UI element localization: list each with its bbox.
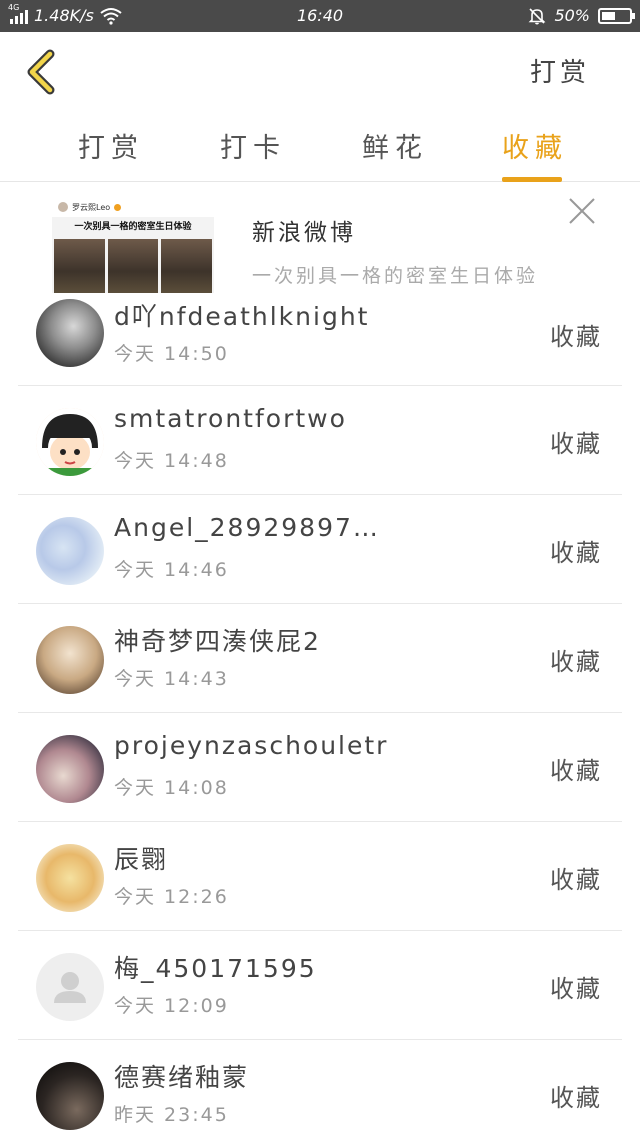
tab-checkin[interactable]: 打卡 — [220, 126, 286, 182]
action-label: 收藏 — [550, 539, 602, 567]
list-item[interactable]: Angel_28929897… 今天 14:46 收藏 — [0, 495, 640, 604]
list-item[interactable]: 辰翾 今天 12:26 收藏 — [0, 822, 640, 931]
active-tab-indicator — [502, 177, 562, 182]
user-name: 德赛绪釉蒙 — [114, 1063, 250, 1092]
tab-bar: 打赏 打卡 鲜花 收藏 — [0, 112, 640, 182]
user-name: Angel_28929897… — [114, 513, 380, 542]
ad-banner[interactable]: 罗云熙Leo 一次别具一格的密室生日体验 新浪微博 一次别具一格的密室生日体验 — [0, 183, 640, 295]
list-item[interactable]: 德赛绪釉蒙 昨天 23:45 收藏 — [0, 1040, 640, 1138]
tab-favorites[interactable]: 收藏 — [502, 126, 568, 182]
action-label: 收藏 — [550, 866, 602, 894]
user-name: 梅_450171595 — [114, 954, 317, 983]
list-item[interactable]: 神奇梦四湊侠屁2 今天 14:43 收藏 — [0, 604, 640, 713]
timestamp: 今天 14:46 — [114, 559, 229, 581]
user-name: 神奇梦四湊侠屁2 — [114, 627, 321, 656]
favorites-list: d吖nfdeathlknight 今天 14:50 收藏 smtatrontfo… — [0, 295, 640, 1138]
tab-reward[interactable]: 打赏 — [78, 126, 144, 182]
list-item[interactable]: 梅_450171595 今天 12:09 收藏 — [0, 931, 640, 1040]
close-icon[interactable] — [562, 191, 602, 231]
list-item[interactable]: projeynzaschouletr 今天 14:08 收藏 — [0, 713, 640, 822]
avatar[interactable] — [36, 299, 104, 367]
action-label: 收藏 — [550, 1084, 602, 1112]
tab-flowers[interactable]: 鲜花 — [362, 126, 428, 182]
tab-label: 打卡 — [220, 133, 286, 164]
verified-icon — [114, 203, 122, 211]
tab-label: 收藏 — [502, 133, 568, 164]
timestamp: 今天 12:09 — [114, 995, 229, 1017]
user-name: smtatrontfortwo — [114, 404, 347, 433]
avatar[interactable] — [36, 953, 104, 1021]
ad-thumbnail[interactable]: 罗云熙Leo 一次别具一格的密室生日体验 — [52, 197, 214, 293]
list-item[interactable]: d吖nfdeathlknight 今天 14:50 收藏 — [0, 295, 640, 386]
action-label: 收藏 — [550, 323, 602, 351]
timestamp: 今天 12:26 — [114, 886, 229, 908]
battery-icon — [598, 7, 635, 24]
header: 打赏 — [0, 32, 640, 112]
avatar[interactable] — [36, 408, 104, 476]
tab-label: 鲜花 — [362, 133, 428, 164]
ad-thumb-header: 罗云熙Leo — [52, 197, 214, 217]
ad-title: 新浪微博 — [252, 220, 356, 246]
avatar — [58, 202, 68, 212]
timestamp: 今天 14:08 — [114, 777, 229, 799]
status-right: 50% — [528, 6, 635, 25]
battery-level — [602, 11, 615, 20]
avatar[interactable] — [36, 626, 104, 694]
ad-thumb-images — [54, 239, 213, 293]
avatar[interactable] — [36, 517, 104, 585]
user-name: d吖nfdeathlknight — [114, 302, 370, 331]
tab-label: 打赏 — [78, 133, 144, 164]
back-button[interactable] — [20, 48, 68, 96]
avatar[interactable] — [36, 1062, 104, 1130]
action-label: 收藏 — [550, 648, 602, 676]
ad-thumb-caption: 一次别具一格的密室生日体验 — [74, 222, 192, 232]
timestamp: 昨天 23:45 — [114, 1104, 229, 1126]
reward-button[interactable]: 打赏 — [530, 52, 590, 89]
user-name: projeynzaschouletr — [114, 731, 389, 760]
list-item[interactable]: smtatrontfortwo 今天 14:48 收藏 — [0, 386, 640, 495]
bell-muted-icon — [529, 7, 546, 24]
timestamp: 今天 14:43 — [114, 668, 229, 690]
default-user-icon — [54, 972, 86, 1003]
avatar[interactable] — [36, 844, 104, 912]
cartoon-avatar-icon — [36, 408, 104, 476]
user-name: 辰翾 — [114, 845, 169, 874]
battery-percent: 50% — [554, 6, 590, 25]
timestamp: 今天 14:48 — [114, 450, 229, 472]
ad-thumb-user: 罗云熙Leo — [72, 202, 111, 212]
avatar[interactable] — [36, 735, 104, 803]
action-label: 收藏 — [550, 430, 602, 458]
timestamp: 今天 14:50 — [114, 343, 229, 365]
action-label: 收藏 — [550, 757, 602, 785]
action-label: 收藏 — [550, 975, 602, 1003]
status-bar: 4G 1.48K/s 16:40 50% — [0, 0, 640, 32]
ad-subtitle: 一次别具一格的密室生日体验 — [252, 265, 539, 287]
